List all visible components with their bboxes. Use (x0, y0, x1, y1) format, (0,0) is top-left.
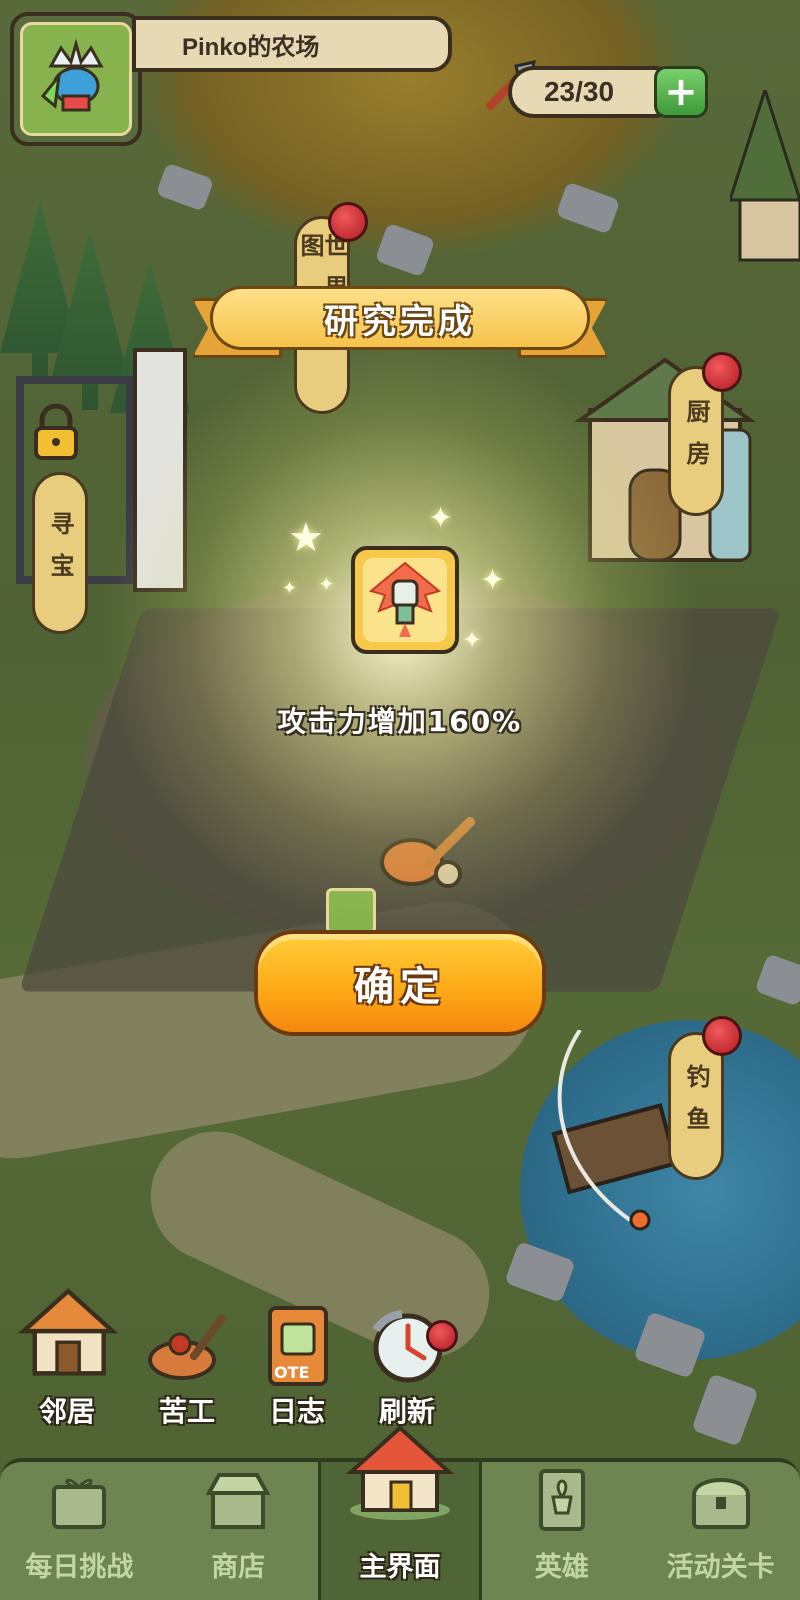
refresh-badge (426, 1320, 458, 1352)
svg-text:OTE: OTE (274, 1363, 309, 1382)
nav-label: 主界面 (359, 1552, 441, 1583)
kitchen-badge (702, 352, 742, 392)
quick-action-label: 邻居 (38, 1395, 95, 1428)
house-icon (17, 1288, 119, 1376)
nav-label: 英雄 (534, 1552, 589, 1583)
reward-item (351, 546, 459, 654)
quick-action-neighbor[interactable]: 邻居 (12, 1288, 122, 1430)
player-avatar[interactable] (10, 12, 142, 146)
kitchen-text: 厨房 (682, 399, 710, 483)
nav-label: 商店 (211, 1552, 266, 1583)
nav-home[interactable]: 主界面 (317, 1425, 483, 1600)
quick-action-label: 日志 (268, 1395, 325, 1428)
avatar-portrait (20, 22, 132, 136)
quick-action-log[interactable]: OTE 日志 (242, 1300, 352, 1430)
reward-icon-frame (363, 558, 447, 642)
fist-rocket-icon (369, 561, 441, 637)
nav-hero[interactable]: 英雄 (482, 1462, 641, 1600)
quick-action-label: 苦工 (158, 1395, 215, 1428)
treasure-chest-icon (691, 1478, 750, 1529)
treasure-text: 寻宝 (46, 511, 74, 595)
banner-title: 研究完成 (210, 286, 590, 350)
home-icon (345, 1425, 455, 1520)
sparkle-icon: ★ (288, 515, 324, 561)
nav-shop[interactable]: 商店 (159, 1462, 318, 1600)
worker-icon (148, 1314, 226, 1380)
reward-description: 攻击力增加160% (277, 705, 523, 738)
research-complete-banner: 研究完成 (192, 286, 608, 362)
tower (730, 90, 800, 262)
fishing-badge (702, 1016, 742, 1056)
sparkle-icon: ✦ (428, 501, 454, 536)
add-energy-button[interactable]: + (654, 66, 708, 118)
crowned-hero-icon (40, 38, 104, 112)
notebook-icon: OTE (268, 1306, 328, 1386)
fishing-text: 钓鱼 (682, 1064, 710, 1148)
sparkle-icon: ✦ (318, 572, 335, 596)
treasure-label[interactable]: 寻宝 (32, 472, 88, 634)
confirm-button[interactable]: 确定 (254, 930, 546, 1036)
nav-label: 活动关卡 (666, 1552, 775, 1583)
world-map-badge (328, 202, 368, 242)
sparkle-icon: ✦ (480, 563, 506, 598)
quick-action-worker[interactable]: 苦工 (132, 1300, 242, 1430)
hero-card-icon (538, 1469, 585, 1531)
sparkle-icon: ✦ (462, 626, 483, 654)
sparkle-icon: ✦ (282, 578, 298, 599)
daily-challenge-icon (52, 1478, 107, 1529)
lock-icon (34, 404, 78, 460)
bottom-nav: 每日挑战 商店 主界面 英雄 活动关卡 (0, 1425, 800, 1600)
nav-event-levels[interactable]: 活动关卡 (641, 1462, 800, 1600)
farm-name: Pinko的农场 (132, 16, 452, 72)
nav-label: 每日挑战 (25, 1552, 134, 1583)
shop-icon (205, 1473, 271, 1529)
nav-daily-challenge[interactable]: 每日挑战 (0, 1462, 159, 1600)
